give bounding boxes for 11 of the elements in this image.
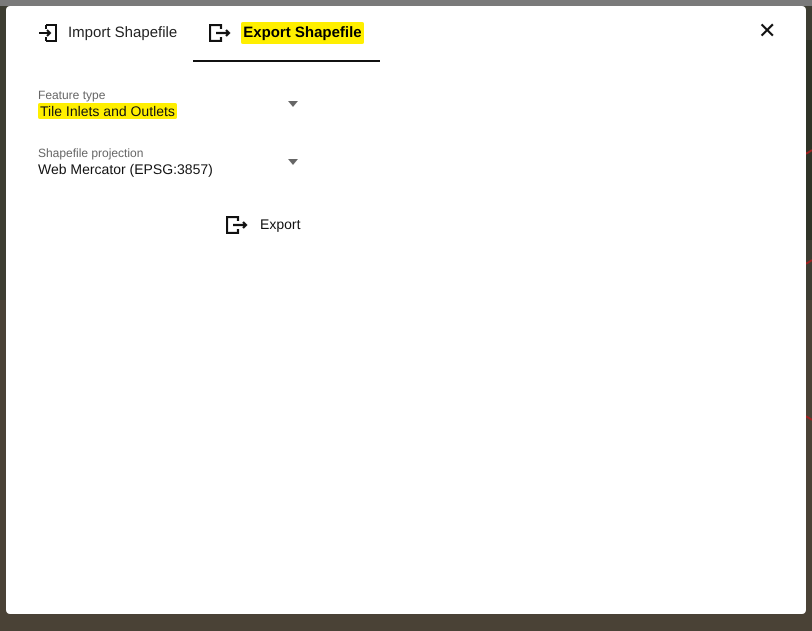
export-icon [209, 24, 232, 42]
export-icon [226, 216, 248, 234]
close-button[interactable]: ✕ [758, 20, 776, 42]
tab[interactable]: Export Shapefile [193, 6, 380, 62]
select-field[interactable]: Shapefile projection Web Mercator (EPSG:3857) [38, 146, 298, 178]
select-field[interactable]: Feature type Tile Inlets and Outlets [38, 88, 298, 120]
tab[interactable]: Import Shapefile [22, 6, 194, 62]
import-icon [38, 24, 58, 42]
export-button[interactable]: Export [220, 210, 306, 239]
dropdown-caret-icon [288, 101, 298, 107]
dropdown-caret-icon [288, 159, 298, 165]
